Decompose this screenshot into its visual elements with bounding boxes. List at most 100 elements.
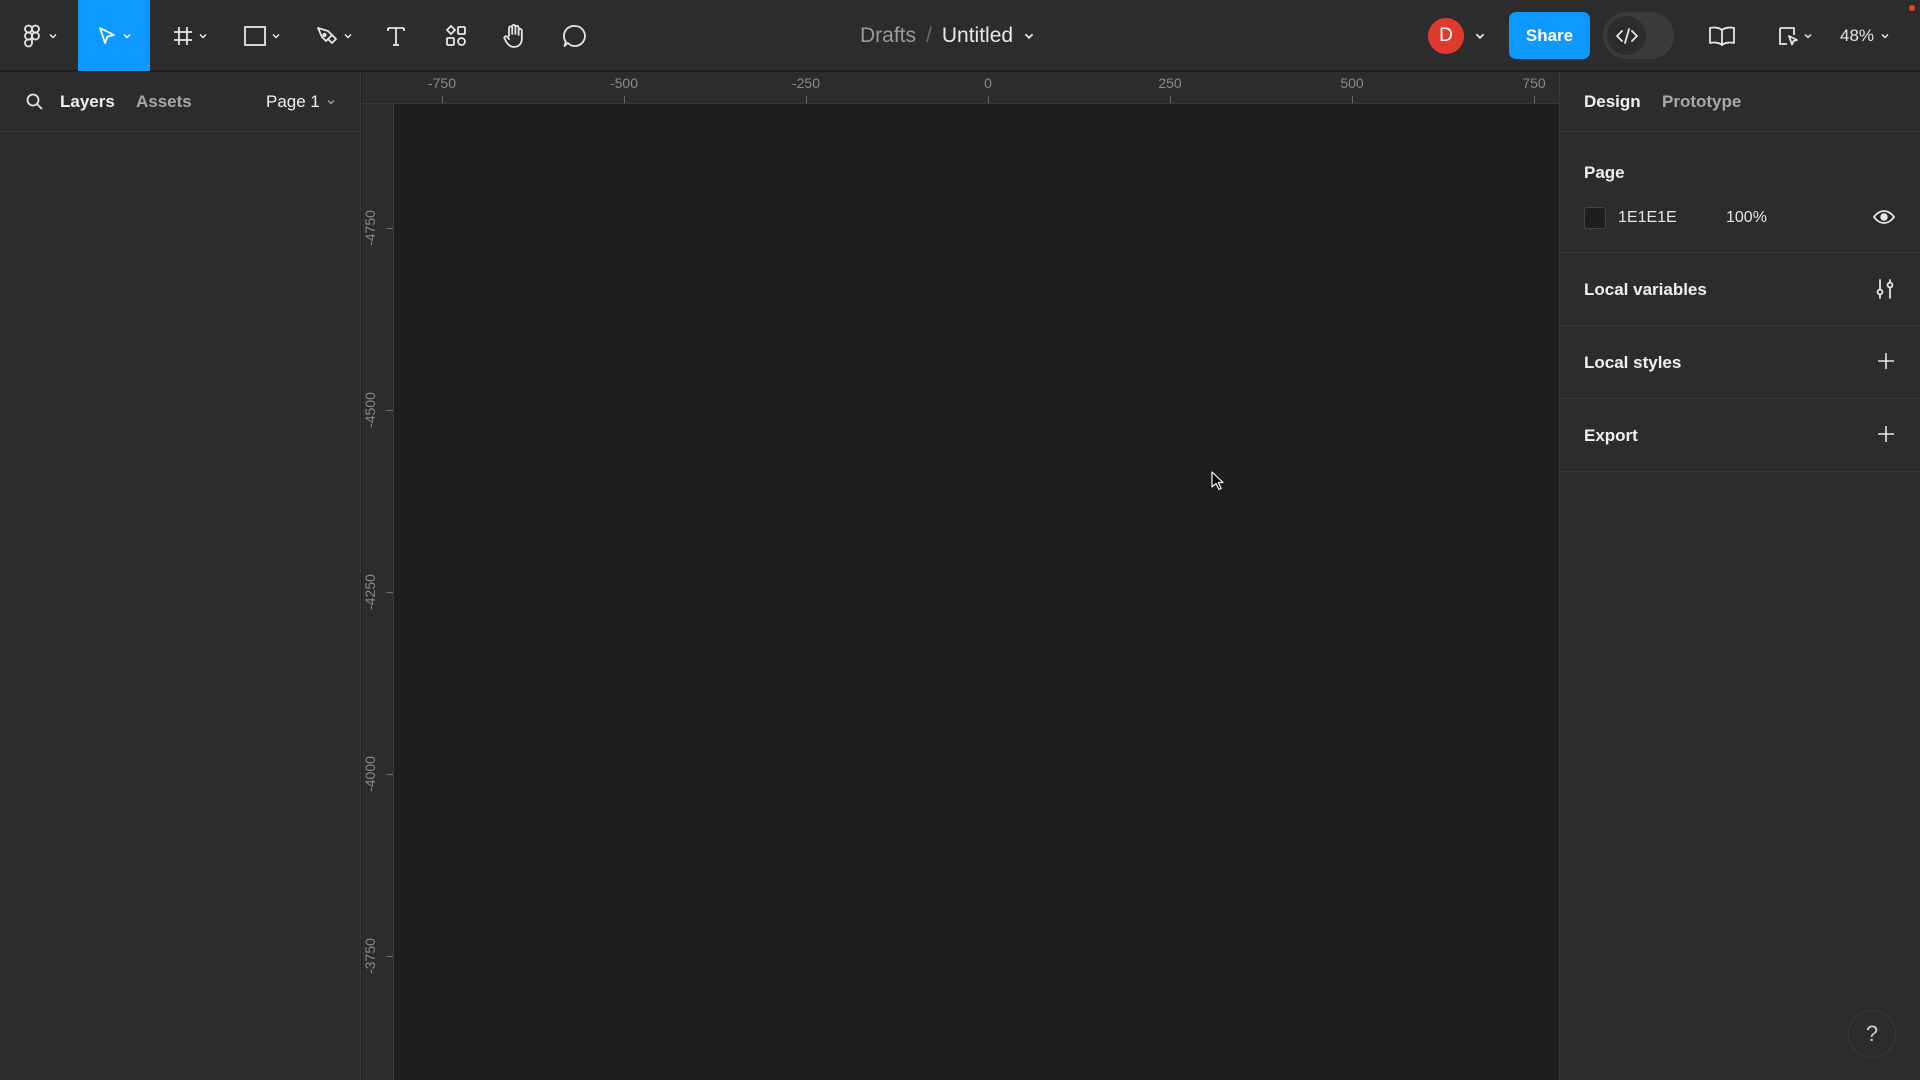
play-present-icon	[1779, 26, 1798, 45]
chevron-down-icon	[272, 33, 280, 39]
move-tool-button[interactable]	[78, 0, 150, 71]
plus-icon[interactable]	[1877, 425, 1895, 443]
help-button[interactable]: ?	[1848, 1010, 1896, 1058]
ruler-top-label: 500	[1340, 75, 1364, 91]
text-tool-button[interactable]	[380, 0, 412, 71]
ruler-left-label: -4000	[362, 756, 378, 792]
left-panel: Layers Assets Page 1	[0, 72, 361, 1080]
right-panel: Design Prototype Page 1E1E1E 100% Local …	[1559, 72, 1920, 1080]
local-variables-title: Local variables	[1584, 280, 1707, 299]
text-t-icon	[387, 26, 405, 46]
zoom-menu[interactable]: 48%	[1840, 0, 1890, 71]
ruler-tick	[386, 410, 393, 411]
notification-dot	[1909, 5, 1915, 11]
chevron-down-icon	[49, 33, 57, 39]
ruler-left[interactable]: -4750 -4500 -4250 -4000 -3750	[362, 104, 394, 1080]
cursor-arrow-icon	[99, 26, 115, 44]
zoom-level: 48%	[1840, 25, 1875, 45]
tab-layers[interactable]: Layers	[60, 72, 115, 132]
page-selector[interactable]: Page 1	[266, 72, 336, 132]
breadcrumb-folder[interactable]: Drafts	[860, 24, 916, 48]
library-button[interactable]	[1706, 0, 1738, 71]
eye-visibility-icon[interactable]	[1873, 209, 1895, 225]
ruler-top-label: 0	[984, 75, 992, 91]
chevron-down-icon[interactable]	[1474, 30, 1486, 42]
chevron-down-icon	[1804, 33, 1812, 39]
mouse-cursor-icon	[1211, 471, 1224, 491]
resources-tool-button[interactable]	[440, 0, 472, 71]
frame-tool-button[interactable]	[164, 0, 216, 71]
page-selector-label: Page 1	[266, 92, 320, 111]
ruler-left-label: -4250	[362, 574, 378, 610]
left-panel-header: Layers Assets Page 1	[0, 72, 361, 132]
ruler-tick	[386, 774, 393, 775]
share-button[interactable]: Share	[1509, 12, 1590, 59]
ruler-tick	[1534, 96, 1535, 103]
local-styles-title: Local styles	[1584, 353, 1682, 372]
chevron-down-icon	[123, 33, 131, 39]
local-styles-section: Local styles	[1560, 326, 1920, 399]
plus-icon[interactable]	[1877, 352, 1895, 370]
search-icon	[26, 93, 43, 110]
top-toolbar: Drafts / Untitled D Share 48%	[0, 0, 1920, 71]
chevron-down-icon	[327, 99, 335, 105]
present-button[interactable]	[1772, 0, 1818, 71]
comment-tool-button[interactable]	[559, 0, 591, 71]
ruler-tick	[386, 228, 393, 229]
rectangle-icon	[244, 25, 266, 46]
page-background-row: 1E1E1E 100%	[1584, 203, 1767, 233]
main-menu-button[interactable]	[14, 0, 66, 71]
chevron-down-icon	[199, 33, 207, 39]
dev-mode-toggle[interactable]	[1603, 12, 1674, 59]
frame-hash-icon	[174, 26, 192, 45]
ruler-top-label: 250	[1158, 75, 1182, 91]
user-avatar[interactable]: D	[1428, 18, 1464, 54]
export-title: Export	[1584, 426, 1638, 445]
ruler-left-label: -4750	[362, 210, 378, 246]
dev-mode-knob	[1607, 16, 1646, 55]
chevron-down-icon	[344, 33, 352, 39]
ruler-left-label: -3750	[362, 938, 378, 974]
ruler-top-label: -250	[791, 75, 821, 91]
ruler-tick	[1170, 96, 1171, 103]
comment-bubble-icon	[563, 24, 586, 47]
variables-sliders-icon[interactable]	[1875, 278, 1895, 300]
layers-search-button[interactable]	[25, 72, 45, 132]
pen-tool-button[interactable]	[308, 0, 360, 71]
right-panel-tabs: Design Prototype	[1560, 72, 1920, 132]
chevron-down-icon[interactable]	[1023, 30, 1035, 42]
file-name-title[interactable]: Untitled	[942, 24, 1013, 48]
ruler-tick	[386, 956, 393, 957]
page-opacity[interactable]: 100%	[1726, 209, 1767, 227]
page-color-hex[interactable]: 1E1E1E	[1618, 209, 1726, 227]
design-canvas[interactable]	[394, 104, 1559, 1080]
tab-assets[interactable]: Assets	[136, 72, 192, 132]
ruler-tick	[442, 96, 443, 103]
tab-design[interactable]: Design	[1584, 72, 1641, 132]
ruler-left-label: -4500	[362, 392, 378, 428]
page-section-title: Page	[1584, 163, 1625, 182]
ruler-top-label: -500	[609, 75, 639, 91]
breadcrumb: Drafts / Untitled	[860, 0, 1035, 71]
hand-tool-button[interactable]	[498, 0, 530, 71]
page-section: Page 1E1E1E 100%	[1560, 133, 1920, 253]
breadcrumb-separator: /	[926, 23, 932, 47]
ruler-top[interactable]: -750 -500 -250 0 250 500 750	[362, 72, 1559, 104]
ruler-top-label: -750	[427, 75, 457, 91]
export-section: Export	[1560, 399, 1920, 472]
chevron-down-icon	[1881, 33, 1889, 39]
page-color-swatch[interactable]	[1584, 207, 1606, 229]
hand-icon	[503, 23, 523, 48]
book-open-icon	[1709, 26, 1735, 46]
ruler-tick	[806, 96, 807, 103]
pen-icon	[317, 26, 337, 44]
shape-tool-button[interactable]	[236, 0, 288, 71]
tab-prototype[interactable]: Prototype	[1662, 72, 1741, 132]
code-brackets-icon	[1615, 27, 1638, 44]
ruler-tick	[624, 96, 625, 103]
components-grid-icon	[445, 24, 466, 46]
local-variables-section: Local variables	[1560, 253, 1920, 326]
ruler-tick	[386, 592, 393, 593]
ruler-tick	[1352, 96, 1353, 103]
figma-logo-icon	[24, 24, 40, 47]
